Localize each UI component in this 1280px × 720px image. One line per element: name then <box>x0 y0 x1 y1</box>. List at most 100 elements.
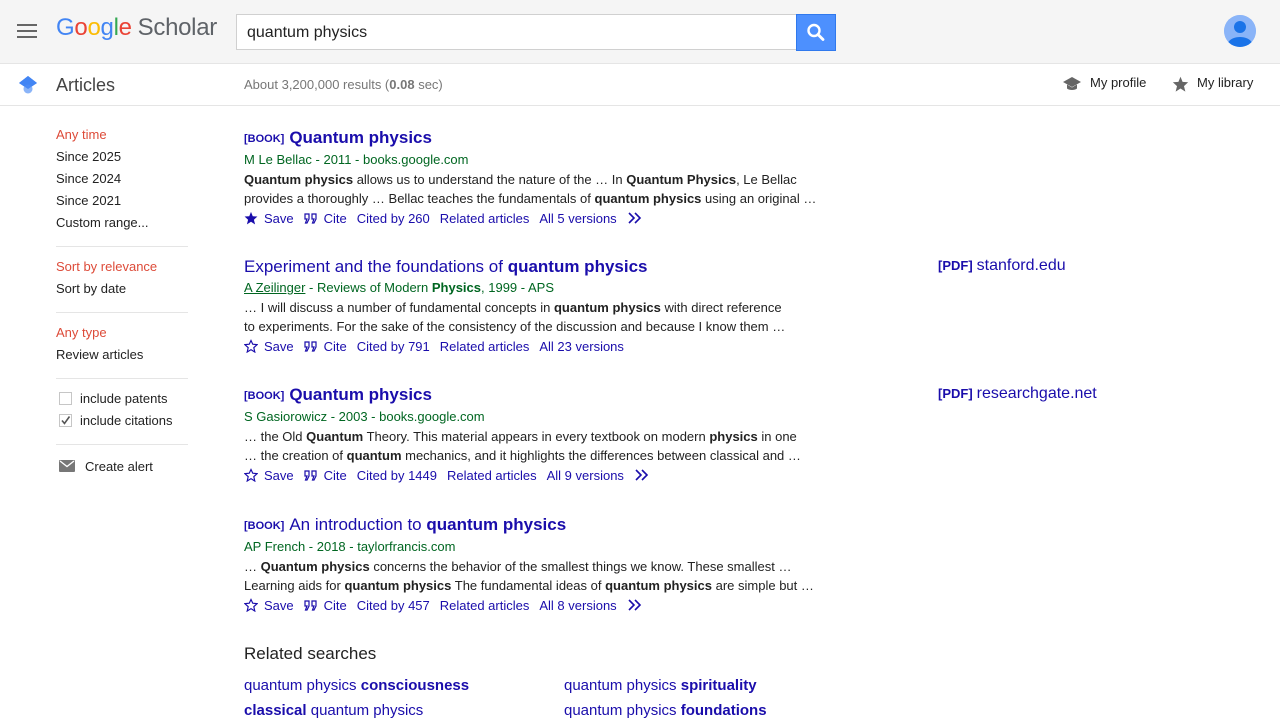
snippet-line: Quantum physics allows us to understand … <box>244 170 844 189</box>
save-button[interactable]: Save <box>243 468 294 483</box>
result-actions: Save Cite Cited by 791 Related articles All … <box>243 337 844 357</box>
all-versions-link[interactable]: All 23 versions <box>539 339 624 354</box>
related-articles-link[interactable]: Related articles <box>447 468 537 483</box>
related-articles-link[interactable]: Related articles <box>440 339 530 354</box>
star-icon <box>1172 76 1189 92</box>
checkmark-icon <box>61 416 71 425</box>
highlight-text: quantum physics <box>594 191 702 206</box>
google-scholar-logo[interactable]: Google Scholar <box>56 14 217 42</box>
cite-button[interactable]: Cite <box>304 211 347 226</box>
related-search-link[interactable]: quantum physics spirituality <box>564 677 757 694</box>
type-tag: [BOOK] <box>244 390 285 402</box>
include-patents-checkbox[interactable] <box>59 392 72 405</box>
text-fragment: with direct reference <box>660 300 782 315</box>
pdf-link[interactable]: [PDF] stanford.edu <box>938 257 1066 275</box>
result-actions: Save Cite Cited by 260 Related articles All … <box>244 209 844 229</box>
meta-source: - 2011 - books.google.com <box>311 152 469 167</box>
text-fragment: , Le Bellac <box>736 172 797 187</box>
user-icon <box>1224 15 1256 47</box>
cited-by-link[interactable]: Cited by 1449 <box>357 468 437 483</box>
save-button[interactable]: Save <box>244 211 294 226</box>
filter-custom-range[interactable]: Custom range... <box>56 214 188 236</box>
author[interactable]: A Zeilinger <box>244 280 305 295</box>
highlight-text: Quantum Physics <box>626 172 737 187</box>
cite-button[interactable]: Cite <box>304 468 347 483</box>
menu-icon[interactable] <box>17 22 38 40</box>
divider <box>56 444 188 445</box>
more-icon[interactable] <box>627 599 643 614</box>
filter-since-2025[interactable]: Since 2025 <box>56 148 188 170</box>
related-search-link[interactable]: classical quantum physics <box>244 702 423 719</box>
filter-since-2024[interactable]: Since 2024 <box>56 170 188 192</box>
author: S Gasiorowicz <box>244 409 328 424</box>
sort-by-date[interactable]: Sort by date <box>56 280 188 302</box>
filter-any-time[interactable]: Any time <box>56 126 188 148</box>
all-versions-link[interactable]: All 5 versions <box>539 211 616 226</box>
highlight-text: Quantum physics <box>260 559 370 574</box>
result-meta: S Gasiorowicz - 2003 - books.google.com <box>244 408 844 426</box>
save-button[interactable]: Save <box>243 339 294 354</box>
more-icon[interactable] <box>627 212 643 227</box>
meta-source: - 2018 - taylorfrancis.com <box>305 539 456 554</box>
account-avatar[interactable] <box>1224 15 1256 47</box>
pdf-link[interactable]: [PDF] researchgate.net <box>938 385 1097 403</box>
filter-any-type[interactable]: Any type <box>56 324 188 346</box>
all-versions-link[interactable]: All 8 versions <box>539 598 616 613</box>
highlight-text: Quantum <box>306 429 364 444</box>
include-citations-checkbox[interactable] <box>59 414 72 427</box>
result-title-link[interactable]: Experiment and the foundations of quantu… <box>244 256 844 278</box>
create-alert-link[interactable]: Create alert <box>56 456 188 478</box>
result-item: [BOOK] Quantum physics S Gasiorowicz - 200… <box>243 384 844 486</box>
text-fragment: The fundamental ideas of <box>451 578 606 593</box>
cited-by-link[interactable]: Cited by 791 <box>357 339 430 354</box>
text-fragment: quantum physics <box>564 677 681 694</box>
pdf-source: stanford.edu <box>976 257 1066 274</box>
more-icon[interactable] <box>634 469 650 484</box>
pdf-tag: [PDF] <box>938 386 973 401</box>
related-articles-link[interactable]: Related articles <box>440 598 530 613</box>
logo-letter: o <box>74 14 88 41</box>
snippet-line: … Quantum physics concerns the behavior … <box>244 557 844 576</box>
result-title-link[interactable]: [BOOK] Quantum physics <box>244 127 844 150</box>
text-fragment: … the creation of <box>244 448 347 463</box>
text-fragment: … I will discuss a number of fundamental… <box>244 300 554 315</box>
filter-review-articles[interactable]: Review articles <box>56 346 188 368</box>
filter-since-2021[interactable]: Since 2021 <box>56 192 188 214</box>
my-library-label: My library <box>1197 75 1254 90</box>
my-profile-link[interactable]: My profile <box>1062 75 1146 92</box>
highlight-text: quantum <box>346 448 402 463</box>
pdf-tag: [PDF] <box>938 258 973 273</box>
meta-source: - Reviews of Modern <box>305 280 432 295</box>
include-citations-option[interactable]: include citations <box>56 412 188 434</box>
divider <box>56 378 188 379</box>
highlight-text: quantum physics <box>553 300 661 315</box>
highlight-text: consciousness <box>360 677 470 694</box>
include-patents-option[interactable]: include patents <box>56 390 188 412</box>
cited-by-link[interactable]: Cited by 260 <box>357 211 430 226</box>
include-patents-label: include patents <box>80 391 168 406</box>
result-title-link[interactable]: [BOOK] Quantum physics <box>244 384 844 407</box>
related-search-link[interactable]: quantum physics consciousness <box>244 677 469 694</box>
my-library-link[interactable]: My library <box>1172 75 1253 92</box>
snippet-line: to experiments. For the sake of the cons… <box>244 317 844 336</box>
search-box[interactable] <box>236 14 796 50</box>
snippet-line: … the Old Quantum Theory. This material … <box>244 427 844 446</box>
highlight-text: Quantum physics <box>289 128 432 147</box>
cite-button[interactable]: Cite <box>304 339 347 354</box>
result-meta: M Le Bellac - 2011 - books.google.com <box>244 151 844 169</box>
text-fragment: using an original … <box>701 191 817 206</box>
save-label: Save <box>264 211 294 226</box>
related-articles-link[interactable]: Related articles <box>440 211 530 226</box>
all-versions-link[interactable]: All 9 versions <box>547 468 624 483</box>
result-count: About 3,200,000 results (0.08 sec) <box>244 77 443 92</box>
search-input[interactable] <box>245 23 789 43</box>
save-button[interactable]: Save <box>243 598 294 613</box>
author: AP French <box>244 539 306 554</box>
sort-by-relevance[interactable]: Sort by relevance <box>56 258 188 280</box>
related-search-link[interactable]: quantum physics foundations <box>564 702 767 719</box>
search-button[interactable] <box>796 14 836 51</box>
cite-button[interactable]: Cite <box>304 598 347 613</box>
cited-by-link[interactable]: Cited by 457 <box>357 598 430 613</box>
result-title-link[interactable]: [BOOK] An introduction to quantum physics <box>244 514 844 537</box>
text-fragment: quantum physics <box>564 702 681 719</box>
